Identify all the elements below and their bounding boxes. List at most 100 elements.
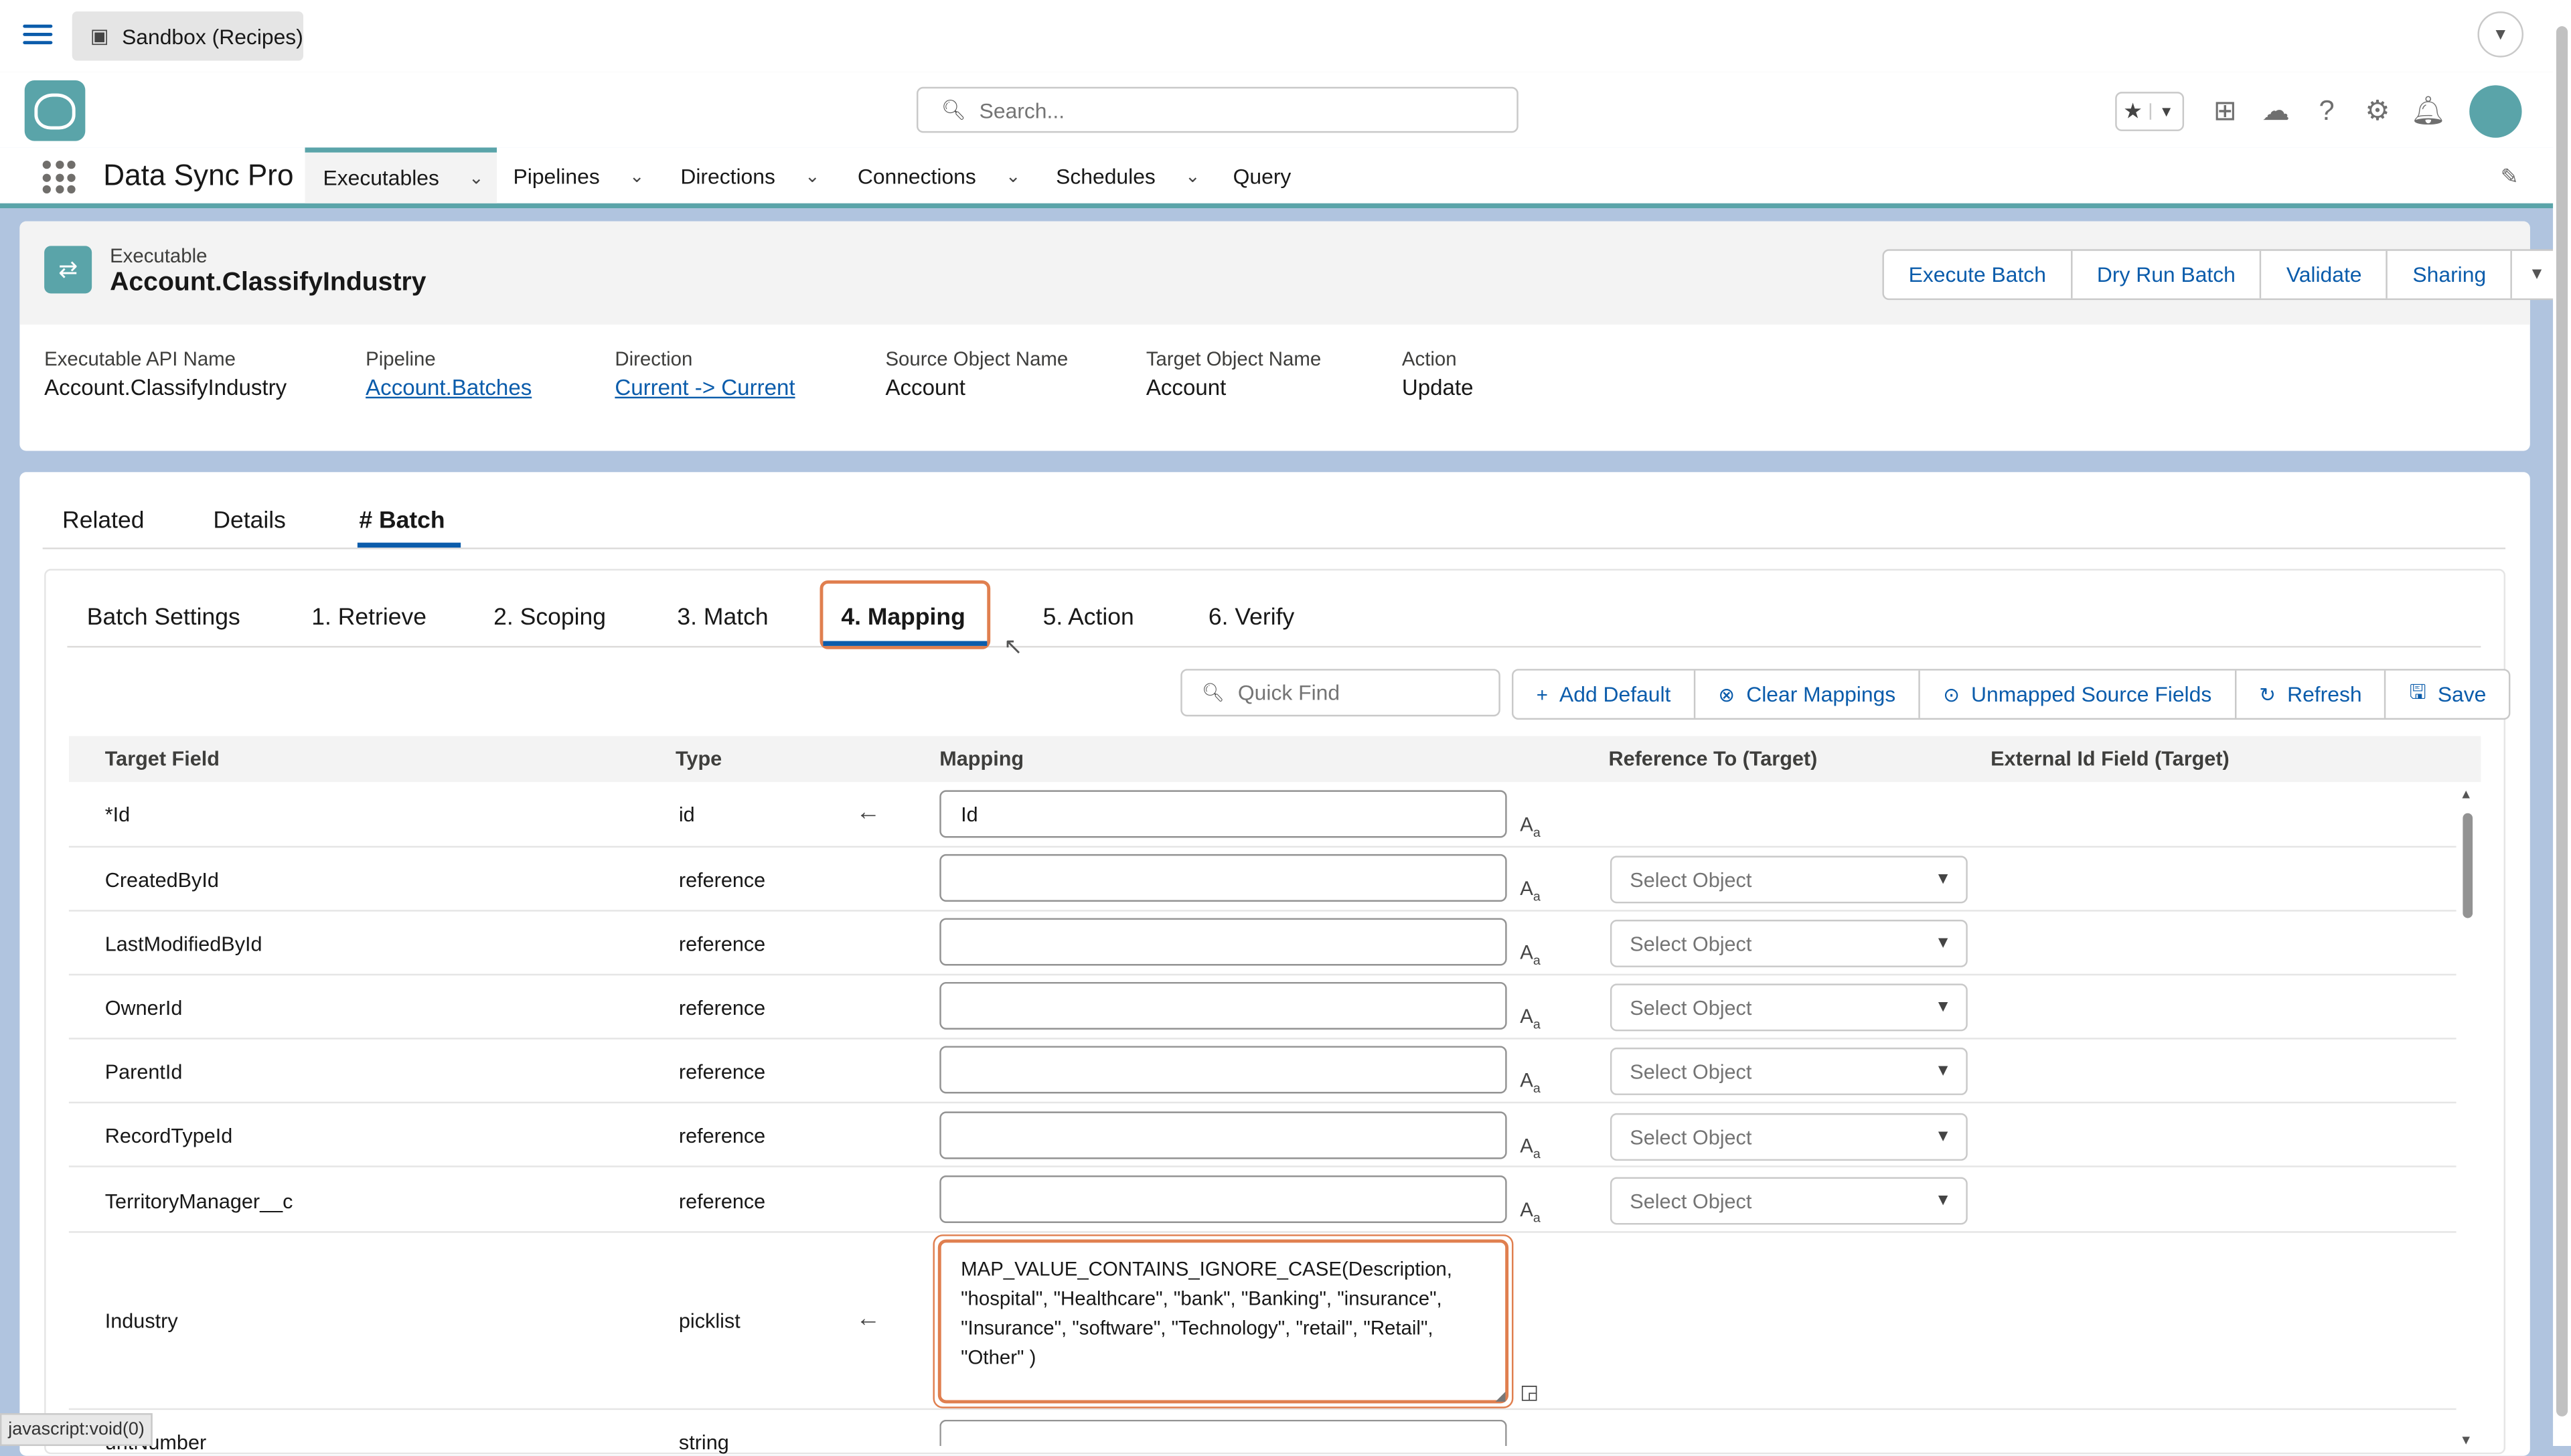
mapping-input[interactable]: Id xyxy=(939,790,1507,838)
field-direction: Direction Current -> Current xyxy=(615,347,795,400)
refresh-button[interactable]: ↻ Refresh xyxy=(2236,670,2387,718)
subtab-verify[interactable]: 6. Verify xyxy=(1209,605,1294,631)
text-formula-icon[interactable]: Aa xyxy=(1520,813,1541,840)
unmapped-source-fields-button[interactable]: ⊙ Unmapped Source Fields xyxy=(1920,670,2237,718)
gear-icon[interactable]: ⚙ xyxy=(2353,95,2402,128)
chevron-down-icon[interactable]: ⌄ xyxy=(629,165,645,186)
nav-item-pipelines[interactable]: Pipelines ⌄ xyxy=(514,147,645,203)
mapping-formula-textarea[interactable]: MAP_VALUE_CONTAINS_IGNORE_CASE(Descripti… xyxy=(937,1239,1509,1404)
sharing-button[interactable]: Sharing xyxy=(2388,250,2513,299)
reference-object-select[interactable]: Select Object ▼ xyxy=(1610,1113,1968,1161)
avatar[interactable] xyxy=(2469,85,2522,138)
text-formula-icon[interactable]: Aa xyxy=(1520,1005,1541,1032)
subtab-batch-settings[interactable]: Batch Settings xyxy=(87,605,240,631)
field-label: Target Object Name xyxy=(1146,347,1322,371)
mapping-input[interactable] xyxy=(939,1419,1507,1447)
add-icon[interactable]: ⊞ xyxy=(2201,95,2250,128)
app-launcher-icon[interactable] xyxy=(42,161,76,193)
tab-related[interactable]: Related xyxy=(62,508,144,534)
resize-handle-icon[interactable]: ◢ xyxy=(1495,1388,1505,1403)
dropdown-arrow-icon: ▼ xyxy=(1935,1192,1952,1210)
dropdown-arrow-icon: ▼ xyxy=(1935,934,1952,953)
nav-item-label: Schedules xyxy=(1056,163,1156,188)
subtab-highlight-box xyxy=(820,580,991,649)
scroll-down-icon[interactable]: ▼ xyxy=(2459,1433,2472,1447)
clear-mappings-button[interactable]: ⊗ Clear Mappings xyxy=(1695,670,1920,718)
mapping-input[interactable] xyxy=(939,1175,1507,1223)
field-pipeline: Pipeline Account.Batches xyxy=(366,347,532,400)
mapping-input[interactable] xyxy=(939,1111,1507,1159)
nav-item-label: Query xyxy=(1233,163,1292,188)
dropdown-arrow-icon: ▼ xyxy=(1935,1127,1952,1146)
pipeline-link[interactable]: Account.Batches xyxy=(366,376,532,400)
direction-link[interactable]: Current -> Current xyxy=(615,376,795,400)
reference-object-select[interactable]: Select Object ▼ xyxy=(1610,919,1968,967)
scroll-up-icon[interactable]: ▲ xyxy=(2459,787,2472,802)
app-name: Data Sync Pro xyxy=(103,159,294,192)
mapping-input[interactable] xyxy=(939,854,1507,902)
favorites-button[interactable]: ★ ▼ xyxy=(2115,92,2185,131)
toggle-icon: ⊙ xyxy=(1943,683,1960,706)
reference-object-select[interactable]: Select Object ▼ xyxy=(1610,1047,1968,1095)
edit-nav-icon[interactable]: ✎ xyxy=(2501,164,2519,190)
help-icon[interactable]: ? xyxy=(2302,95,2351,128)
tab-selected-indicator xyxy=(357,542,461,548)
menu-icon[interactable] xyxy=(23,19,53,49)
nav-item-executables[interactable]: Executables ⌄ xyxy=(305,147,497,204)
validate-button[interactable]: Validate xyxy=(2262,250,2388,299)
reference-object-select[interactable]: Select Object ▼ xyxy=(1610,856,1968,904)
text-formula-icon[interactable]: Aa xyxy=(1520,877,1541,904)
subtab-match[interactable]: 3. Match xyxy=(677,605,768,631)
column-header-reference-to: Reference To (Target) xyxy=(1608,747,1818,771)
field-executable-api-name: Executable API Name Account.ClassifyIndu… xyxy=(44,347,287,400)
search-placeholder: Search... xyxy=(979,97,1065,123)
quick-find-input[interactable]: 🔍︎ Quick Find xyxy=(1180,669,1500,717)
chevron-down-icon[interactable]: ▼ xyxy=(2477,11,2524,58)
tab-batch[interactable]: # Batch xyxy=(359,508,445,534)
target-field-name: LastModifiedById xyxy=(104,933,262,956)
text-formula-icon[interactable]: Aa xyxy=(1520,941,1541,968)
nav-item-query[interactable]: Query xyxy=(1233,147,1292,203)
window-scrollbar-thumb[interactable] xyxy=(2556,26,2568,1417)
tab-details[interactable]: Details xyxy=(213,508,286,534)
nav-item-connections[interactable]: Connections ⌄ xyxy=(858,147,1021,203)
sandbox-tab[interactable]: ▣ Sandbox (Recipes) xyxy=(72,11,304,61)
reference-object-select[interactable]: Select Object ▼ xyxy=(1610,1177,1968,1225)
subtab-action[interactable]: 5. Action xyxy=(1043,605,1134,631)
chevron-down-icon[interactable]: ⌄ xyxy=(469,167,484,188)
bell-icon[interactable]: 🔔︎ xyxy=(2404,95,2452,128)
subtab-scoping[interactable]: 2. Scoping xyxy=(493,605,606,631)
nav-item-label: Pipelines xyxy=(513,163,600,188)
text-formula-icon[interactable]: Aa xyxy=(1520,1069,1541,1096)
trailhead-icon[interactable]: ☁ xyxy=(2251,95,2300,128)
subtab-retrieve[interactable]: 1. Retrieve xyxy=(311,605,426,631)
field-value: Account xyxy=(885,375,965,400)
arrow-left-icon: ← xyxy=(856,1305,881,1333)
dry-run-batch-button[interactable]: Dry Run Batch xyxy=(2072,250,2262,299)
field-type: reference xyxy=(678,1060,766,1084)
expand-editor-icon[interactable]: ◲ xyxy=(1520,1380,1539,1403)
field-type: reference xyxy=(678,933,766,956)
field-type: picklist xyxy=(678,1309,741,1333)
dropdown-arrow-icon: ▼ xyxy=(1935,998,1952,1017)
global-search-input[interactable]: 🔍︎ Search... xyxy=(916,86,1518,133)
text-formula-icon[interactable]: Aa xyxy=(1520,1198,1541,1225)
mapping-input[interactable] xyxy=(939,981,1507,1030)
reference-object-select[interactable]: Select Object ▼ xyxy=(1610,983,1968,1032)
nav-item-directions[interactable]: Directions ⌄ xyxy=(680,147,820,203)
target-field-name: OwnerId xyxy=(104,996,183,1020)
mapping-input[interactable] xyxy=(939,918,1507,966)
chevron-down-icon[interactable]: ⌄ xyxy=(1185,165,1200,186)
table-scrollbar-thumb[interactable] xyxy=(2463,813,2473,918)
execute-batch-button[interactable]: Execute Batch xyxy=(1884,250,2073,299)
select-placeholder: Select Object xyxy=(1630,1125,1752,1149)
mapping-input[interactable] xyxy=(939,1046,1507,1094)
text-formula-icon[interactable]: Aa xyxy=(1520,1135,1541,1161)
save-button[interactable]: 🖫 Save xyxy=(2386,671,2509,718)
field-target-object-name: Target Object Name Account xyxy=(1146,347,1321,400)
add-default-button[interactable]: + Add Default xyxy=(1513,670,1696,718)
chevron-down-icon[interactable]: ⌄ xyxy=(1006,165,1021,186)
field-type: reference xyxy=(678,1190,766,1214)
chevron-down-icon[interactable]: ⌄ xyxy=(805,165,820,186)
nav-item-schedules[interactable]: Schedules ⌄ xyxy=(1056,147,1200,203)
